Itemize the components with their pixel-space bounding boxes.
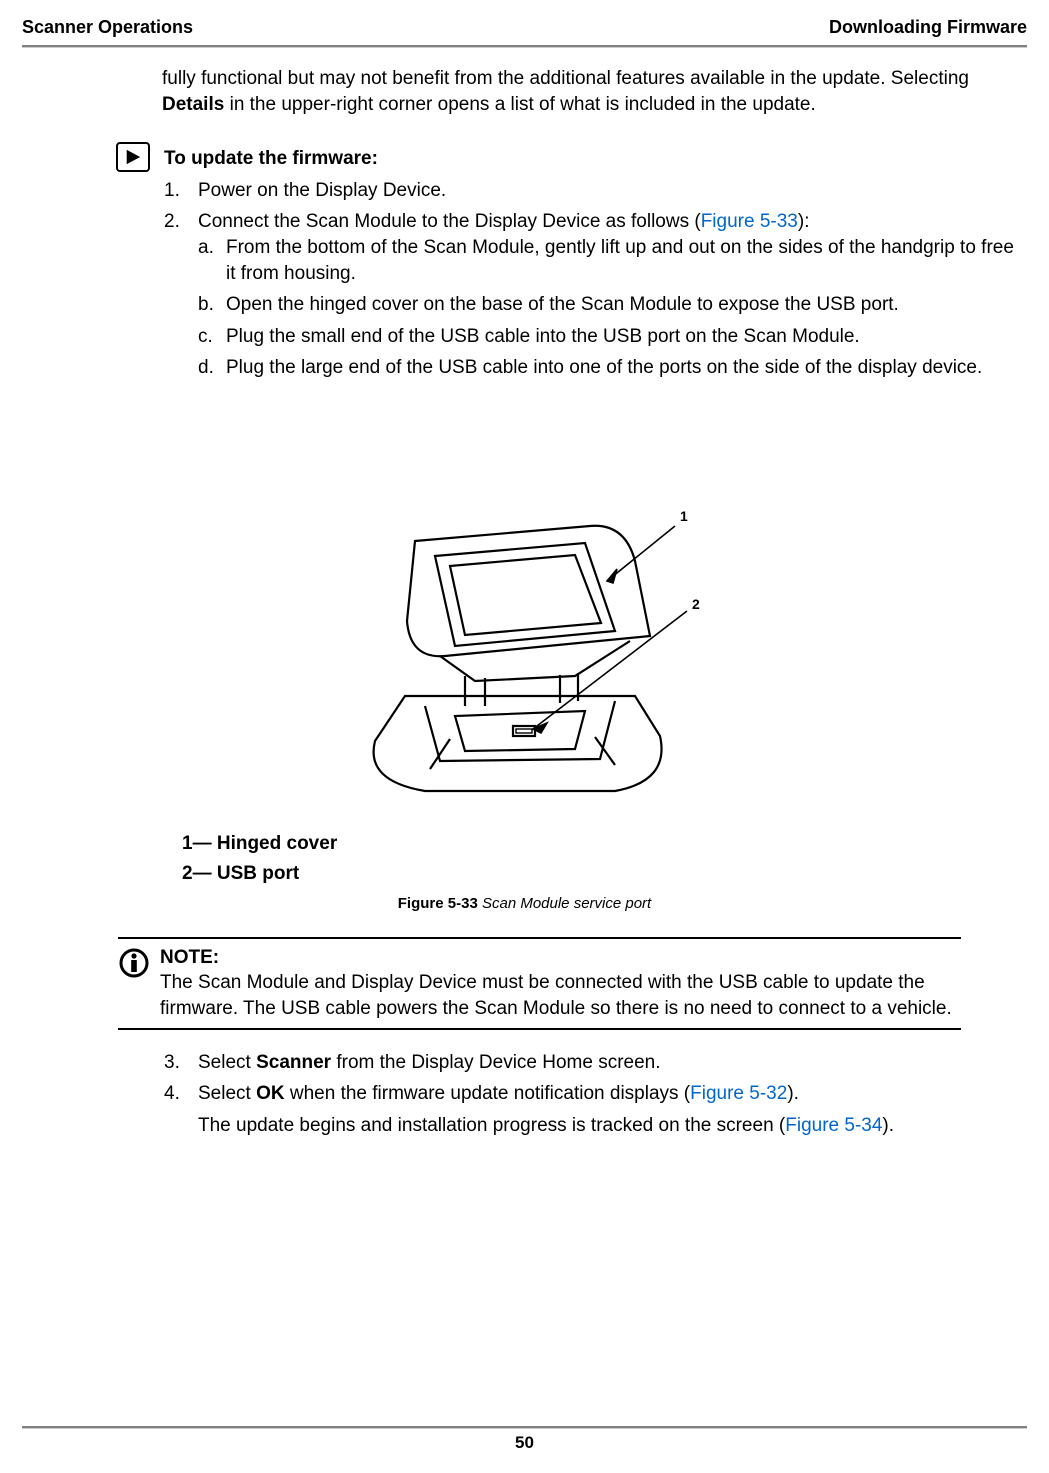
substep-a: From the bottom of the Scan Module, gent…: [198, 235, 1027, 286]
step-3-post: from the Display Device Home screen.: [331, 1052, 660, 1073]
step-4-bold: OK: [256, 1083, 285, 1104]
page-content: fully functional but may not benefit fro…: [0, 48, 1049, 1138]
figure-caption: Figure 5-33 Scan Module service port: [22, 894, 1027, 914]
legend-2: 2— USB port: [182, 861, 1027, 887]
procedure-title: To update the firmware:: [164, 146, 378, 172]
intro-paragraph: fully functional but may not benefit fro…: [162, 66, 1027, 117]
step-4-post: ).: [787, 1083, 799, 1104]
intro-bold: Details: [162, 94, 224, 115]
figure-caption-bold: Figure 5-33: [398, 895, 482, 912]
step-4-mid: when the firmware update notification di…: [285, 1083, 691, 1104]
page-header: Scanner Operations Downloading Firmware: [0, 0, 1049, 45]
legend-1: 1— Hinged cover: [182, 831, 1027, 857]
page-number: 50: [0, 1432, 1049, 1455]
step-4-pre: Select: [198, 1083, 256, 1104]
step-1-text: Power on the Display Device.: [198, 180, 446, 201]
play-icon: [116, 142, 150, 172]
step-3-pre: Select: [198, 1052, 256, 1073]
intro-text-post: in the upper-right corner opens a list o…: [224, 94, 815, 115]
note-body: The Scan Module and Display Device must …: [160, 970, 961, 1021]
substep-c: Plug the small end of the USB cable into…: [198, 324, 1027, 350]
step-3-bold: Scanner: [256, 1052, 331, 1073]
figure-legend: 1— Hinged cover 2— USB port: [182, 831, 1027, 886]
step-3: 3. Select Scanner from the Display Devic…: [164, 1050, 1027, 1076]
step-4-marker: 4.: [164, 1081, 180, 1107]
numbered-list: Power on the Display Device. Connect the…: [164, 178, 1027, 381]
step-4: 4. Select OK when the firmware update no…: [164, 1081, 1027, 1138]
callout-1: 1: [680, 508, 688, 524]
continued-steps: 3. Select Scanner from the Display Devic…: [164, 1050, 1027, 1139]
step-2-pre: Connect the Scan Module to the Display D…: [198, 211, 701, 232]
figure-5-33: 1 2: [22, 481, 1027, 821]
callout-2: 2: [692, 596, 700, 612]
substep-b: Open the hinged cover on the base of the…: [198, 292, 1027, 318]
header-left: Scanner Operations: [22, 15, 193, 39]
footer-rule: [22, 1426, 1027, 1429]
figure-link-5-34[interactable]: Figure 5-34: [785, 1115, 882, 1136]
after-post: ).: [882, 1115, 894, 1136]
step-3-marker: 3.: [164, 1050, 180, 1076]
figure-link-5-32[interactable]: Figure 5-32: [690, 1083, 787, 1104]
scan-module-illustration: 1 2: [315, 481, 735, 821]
step-4-after: The update begins and installation progr…: [198, 1113, 1027, 1139]
figure-link-5-33[interactable]: Figure 5-33: [701, 211, 798, 232]
step-2: Connect the Scan Module to the Display D…: [164, 209, 1027, 381]
substep-d: Plug the large end of the USB cable into…: [198, 355, 1027, 381]
figure-caption-italic: Scan Module service port: [482, 895, 651, 912]
note-text-container: NOTE: The Scan Module and Display Device…: [160, 945, 961, 1022]
intro-text-pre: fully functional but may not benefit fro…: [162, 68, 969, 89]
step-1: Power on the Display Device.: [164, 178, 1027, 204]
step-2-post: ):: [798, 211, 810, 232]
procedure-header-row: To update the firmware:: [116, 142, 1027, 172]
sub-list: From the bottom of the Scan Module, gent…: [198, 235, 1027, 381]
after-pre: The update begins and installation progr…: [198, 1115, 785, 1136]
header-right: Downloading Firmware: [829, 15, 1027, 39]
note-label: NOTE:: [160, 945, 961, 971]
info-icon: [118, 947, 150, 979]
note-block: NOTE: The Scan Module and Display Device…: [118, 937, 961, 1030]
